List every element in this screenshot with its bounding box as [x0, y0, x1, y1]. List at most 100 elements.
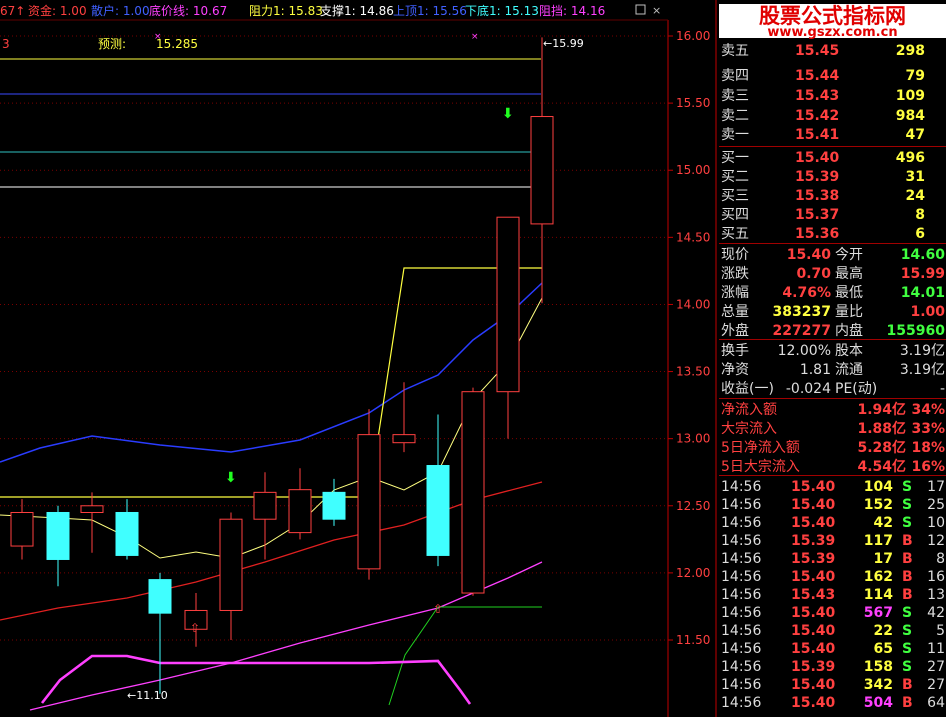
tick-time: 14:56	[721, 605, 762, 621]
tick-side: B	[902, 695, 913, 711]
tick-count: 11	[927, 641, 945, 657]
bid-label: 买三	[721, 188, 749, 204]
bid-volume: 496	[895, 150, 925, 166]
ask-price: 15.43	[795, 88, 840, 104]
tick-volume: 504	[863, 695, 893, 711]
tick-row: 14:56 15.40 65 S 11	[719, 640, 946, 658]
stat-value: 3.19亿	[899, 343, 945, 359]
candle-body	[426, 465, 450, 556]
bid-row: 买四 15.37 8	[719, 206, 946, 224]
tick-side: S	[902, 641, 913, 657]
header-indicator: 资金: 1.00	[28, 3, 87, 18]
tick-time: 14:56	[721, 641, 762, 657]
header-indicator: 上顶1: 15.56	[393, 4, 467, 18]
stat-label: 最高	[835, 266, 863, 282]
tick-count: 17	[927, 479, 945, 495]
tick-row: 14:56 15.40 42 S 10	[719, 514, 946, 532]
candle-body	[530, 116, 554, 225]
tick-price: 15.39	[791, 551, 836, 567]
header-indicator: 阻挡: 14.16	[539, 4, 605, 18]
watermark-title: 股票公式指标网	[759, 4, 906, 28]
candle-body	[10, 511, 34, 547]
bid-price: 15.40	[795, 150, 840, 166]
tick-row: 14:56 15.43 114 B 13	[719, 586, 946, 604]
high-annotation: ←15.99	[543, 37, 584, 50]
tick-row: 14:56 15.40 504 B 64	[719, 694, 946, 712]
marker-x: ×	[154, 32, 162, 42]
tick-volume: 42	[873, 515, 893, 531]
step-line	[0, 267, 542, 498]
tick-count: 8	[936, 551, 945, 567]
forecast-label: 预测:	[98, 37, 126, 51]
tick-price: 15.40	[791, 605, 836, 621]
tick-volume: 342	[863, 677, 893, 693]
divider	[719, 243, 946, 244]
tick-time: 14:56	[721, 569, 762, 585]
stat-row: 涨幅 4.76% 最低 14.01	[719, 284, 946, 302]
stat-label: PE(动)	[835, 381, 878, 397]
tick-time: 14:56	[721, 479, 762, 495]
candle-body	[148, 579, 172, 614]
tick-price: 15.43	[791, 587, 836, 603]
tick-time: 14:56	[721, 659, 762, 675]
ask-row: 卖五 15.45 298	[719, 42, 946, 60]
tick-count: 10	[927, 515, 945, 531]
stat-value: 12.00%	[777, 343, 831, 359]
flow-label: 净流入额	[721, 402, 777, 418]
bid-volume: 6	[915, 226, 925, 242]
bid-row: 买一 15.40 496	[719, 149, 946, 167]
bid-label: 买五	[721, 226, 749, 242]
flow-row: 5日大宗流入 4.54亿 16%	[719, 458, 946, 476]
ask-volume: 984	[895, 108, 925, 124]
bid-price: 15.37	[795, 207, 840, 223]
stat-label: 收益(一)	[721, 381, 774, 397]
ask-volume: 47	[905, 127, 925, 143]
axis-tick-label: 13.00	[676, 432, 710, 446]
up-arrow-icon: ⇧	[433, 602, 443, 616]
tick-row: 14:56 15.40 22 S 5	[719, 622, 946, 640]
tick-time: 14:56	[721, 587, 762, 603]
tick-count: 42	[927, 605, 945, 621]
ask-row: 卖二 15.42 984	[719, 107, 946, 125]
ask-volume: 298	[895, 43, 925, 59]
stat-row: 换手 12.00% 股本 3.19亿	[719, 342, 946, 360]
flow-value: 4.54亿	[857, 459, 906, 475]
tick-price: 15.40	[791, 569, 836, 585]
stat-label: 外盘	[721, 323, 749, 339]
stat-label: 今开	[835, 247, 863, 263]
restore-icon	[635, 4, 646, 15]
tick-volume: 104	[863, 479, 893, 495]
tick-count: 5	[936, 623, 945, 639]
tick-price: 15.39	[791, 659, 836, 675]
ask-price: 15.45	[795, 43, 840, 59]
tick-side: B	[902, 551, 913, 567]
bid-volume: 8	[915, 207, 925, 223]
candle-body	[322, 491, 346, 520]
candle	[219, 512, 243, 640]
header-indicator: 阻力1: 15.83	[249, 4, 323, 18]
candle-body	[357, 434, 381, 570]
axis-tick-label: 12.00	[676, 566, 710, 580]
stat-value: -	[939, 381, 945, 397]
axis-tick-label: 11.50	[676, 633, 710, 647]
green-line	[388, 606, 542, 706]
tick-side: S	[902, 497, 913, 513]
tick-row: 14:56 15.39 117 B 12	[719, 532, 946, 550]
flow-label: 5日净流入额	[721, 440, 800, 456]
candle	[530, 37, 554, 304]
flow-row: 5日净流入额 5.28亿 18%	[719, 439, 946, 457]
tick-side: S	[902, 479, 913, 495]
tick-side: S	[902, 605, 913, 621]
candle-body	[219, 518, 243, 611]
header-prefix: 67↑	[0, 4, 25, 18]
tick-side: S	[902, 659, 913, 675]
bid-row: 买五 15.36 6	[719, 225, 946, 243]
tick-volume: 152	[863, 497, 893, 513]
ask-price: 15.41	[795, 127, 840, 143]
candle-body	[461, 391, 485, 594]
tick-count: 12	[927, 533, 945, 549]
bid-price: 15.38	[795, 188, 840, 204]
candle	[253, 472, 277, 560]
tick-count: 25	[927, 497, 945, 513]
tick-price: 15.40	[791, 515, 836, 531]
